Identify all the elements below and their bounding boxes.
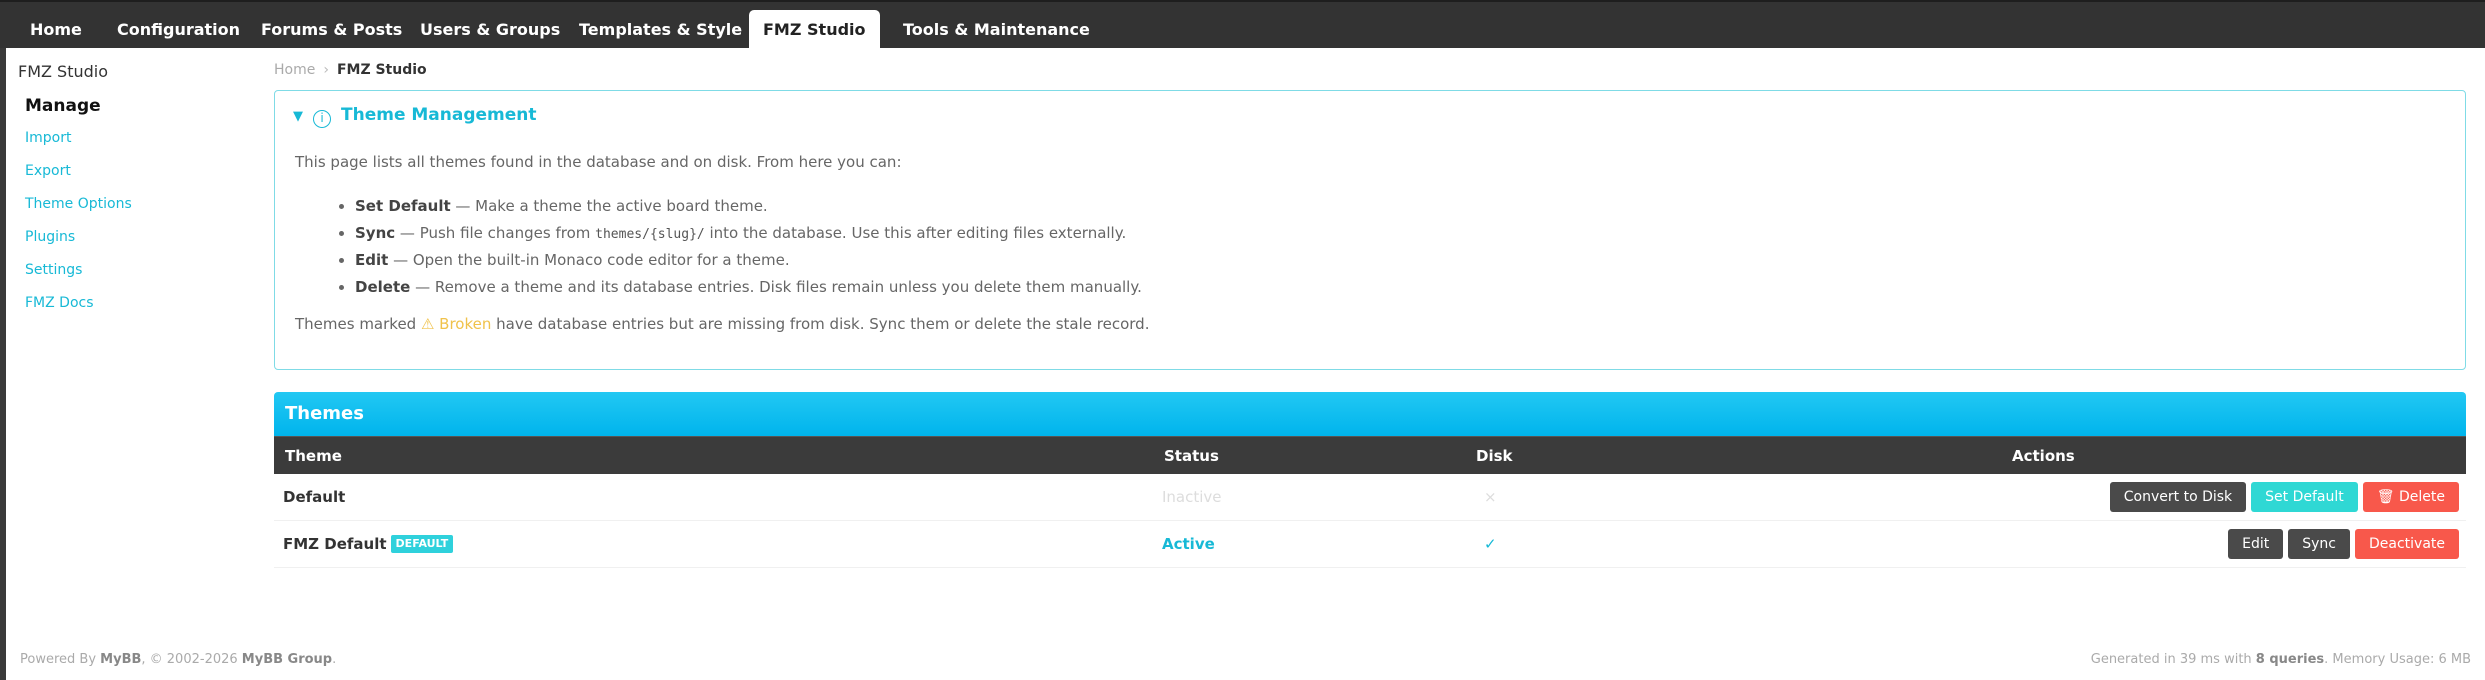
themes-table: Themes Theme Status Disk Actions Default… (274, 392, 2466, 568)
sidebar-heading-manage[interactable]: Manage (25, 94, 258, 118)
list-desc: — Remove a theme and its database entrie… (410, 278, 1142, 296)
path-code: themes/{slug}/ (595, 227, 705, 242)
footer-text: , © 2002-2026 (141, 652, 242, 667)
sidebar-link-plugins[interactable]: Plugins (25, 221, 258, 254)
sidebar-link-export[interactable]: Export (25, 155, 258, 188)
list-term: Edit (355, 251, 389, 269)
action-description-list: Set Default — Make a theme the active bo… (355, 193, 1142, 301)
sync-button[interactable]: Sync (2288, 529, 2350, 559)
column-header-status: Status (1164, 447, 1219, 465)
theme-management-toggle[interactable]: ▼ i Theme Management (293, 103, 537, 129)
theme-name-text: FMZ Default (283, 535, 387, 553)
panel-outro-text: Themes marked ⚠ Broken have database ent… (295, 315, 1149, 333)
list-desc: — Make a theme the active board theme. (450, 197, 768, 215)
breadcrumb: Home › FMZ Studio (274, 60, 427, 80)
top-navigation: Home Configuration Forums & Posts Users … (0, 0, 2485, 50)
broken-label: ⚠ Broken (420, 315, 492, 333)
queries-count: 8 queries (2255, 652, 2325, 667)
status-badge: Inactive (1162, 488, 1222, 506)
breadcrumb-separator: › (323, 62, 329, 78)
themes-table-title: Themes (274, 392, 2466, 436)
footer-text: Generated in 39 ms with (2090, 652, 2256, 667)
list-desc: — Open the built-in Monaco code editor f… (388, 251, 790, 269)
tab-users-groups[interactable]: Users & Groups (406, 10, 574, 50)
sidebar-link-fmz-docs[interactable]: FMZ Docs (25, 287, 258, 320)
mybb-link[interactable]: MyBB (100, 652, 141, 667)
outro-text: have database entries but are missing fr… (491, 315, 1150, 333)
column-header-disk: Disk (1476, 447, 1513, 465)
sidebar-link-settings[interactable]: Settings (25, 254, 258, 287)
theme-name: FMZ Default DEFAULT (283, 521, 454, 568)
tab-fmz-studio[interactable]: FMZ Studio (749, 10, 880, 50)
footer-text: . Memory Usage: 6 MB (2324, 652, 2471, 667)
list-item: Sync — Push file changes from themes/{sl… (355, 220, 1142, 247)
status-badge: Active (1162, 535, 1215, 553)
footer-powered-by: Powered By MyBB, © 2002-2026 MyBB Group. (20, 652, 336, 667)
set-default-button[interactable]: Set Default (2251, 482, 2358, 512)
list-desc: into the database. Use this after editin… (704, 224, 1127, 242)
tab-templates-style[interactable]: Templates & Style (565, 10, 756, 50)
list-item: Set Default — Make a theme the active bo… (355, 193, 1142, 220)
footer-stats: Generated in 39 ms with 8 queries. Memor… (2091, 652, 2471, 667)
table-header: Theme Status Disk Actions (274, 436, 2466, 474)
list-item: Edit — Open the built-in Monaco code edi… (355, 247, 1142, 274)
theme-name: Default (283, 488, 346, 506)
row-actions: Convert to Disk Set Default 🗑 Delete (2109, 482, 2459, 512)
column-header-theme: Theme (285, 447, 342, 465)
row-actions: Edit Sync Deactivate (2228, 529, 2459, 559)
breadcrumb-home[interactable]: Home (274, 62, 315, 78)
delete-button-label: Delete (2399, 489, 2445, 505)
sidebar-title: FMZ Studio (18, 62, 109, 81)
sidebar: FMZ Studio Manage Import Export Theme Op… (18, 60, 258, 320)
column-header-actions: Actions (2012, 447, 2075, 465)
collapse-triangle-icon[interactable]: ▼ (293, 105, 303, 129)
list-term: Sync (355, 224, 396, 242)
sidebar-link-import[interactable]: Import (25, 122, 258, 155)
mybb-group-link[interactable]: MyBB Group (242, 652, 332, 667)
tab-forums-posts[interactable]: Forums & Posts (247, 10, 416, 50)
table-row: FMZ Default DEFAULT Active ✓ Edit Sync De… (274, 521, 2466, 568)
footer-text: . (332, 652, 337, 667)
breadcrumb-current: FMZ Studio (336, 62, 427, 78)
sidebar-link-theme-options[interactable]: Theme Options (25, 188, 258, 221)
list-term: Set Default (355, 197, 451, 215)
window-left-edge (0, 0, 6, 680)
list-term: Delete (355, 278, 411, 296)
default-badge: DEFAULT (390, 535, 454, 553)
panel-intro-text: This page lists all themes found in the … (295, 153, 902, 171)
outro-text: Themes marked (295, 315, 421, 333)
tab-home[interactable]: Home (16, 10, 96, 50)
disk-present-check-icon: ✓ (1484, 535, 1497, 553)
deactivate-button[interactable]: Deactivate (2354, 529, 2459, 559)
convert-to-disk-button[interactable]: Convert to Disk (2109, 482, 2247, 512)
table-row: Default Inactive × Convert to Disk Set D… (274, 474, 2466, 521)
disk-missing-icon: × (1484, 488, 1497, 506)
info-icon: i (313, 110, 331, 128)
footer-text: Powered By (20, 652, 101, 667)
tab-configuration[interactable]: Configuration (103, 10, 254, 50)
edit-button[interactable]: Edit (2228, 529, 2284, 559)
delete-button[interactable]: 🗑 Delete (2362, 482, 2459, 512)
list-item: Delete — Remove a theme and its database… (355, 274, 1142, 301)
theme-management-panel: ▼ i Theme Management This page lists all t… (274, 90, 2466, 370)
trash-icon: 🗑 (2376, 489, 2395, 505)
list-desc: — Push file changes from (395, 224, 596, 242)
panel-title: Theme Management (341, 105, 537, 125)
tab-tools-maintenance[interactable]: Tools & Maintenance (889, 10, 1104, 50)
